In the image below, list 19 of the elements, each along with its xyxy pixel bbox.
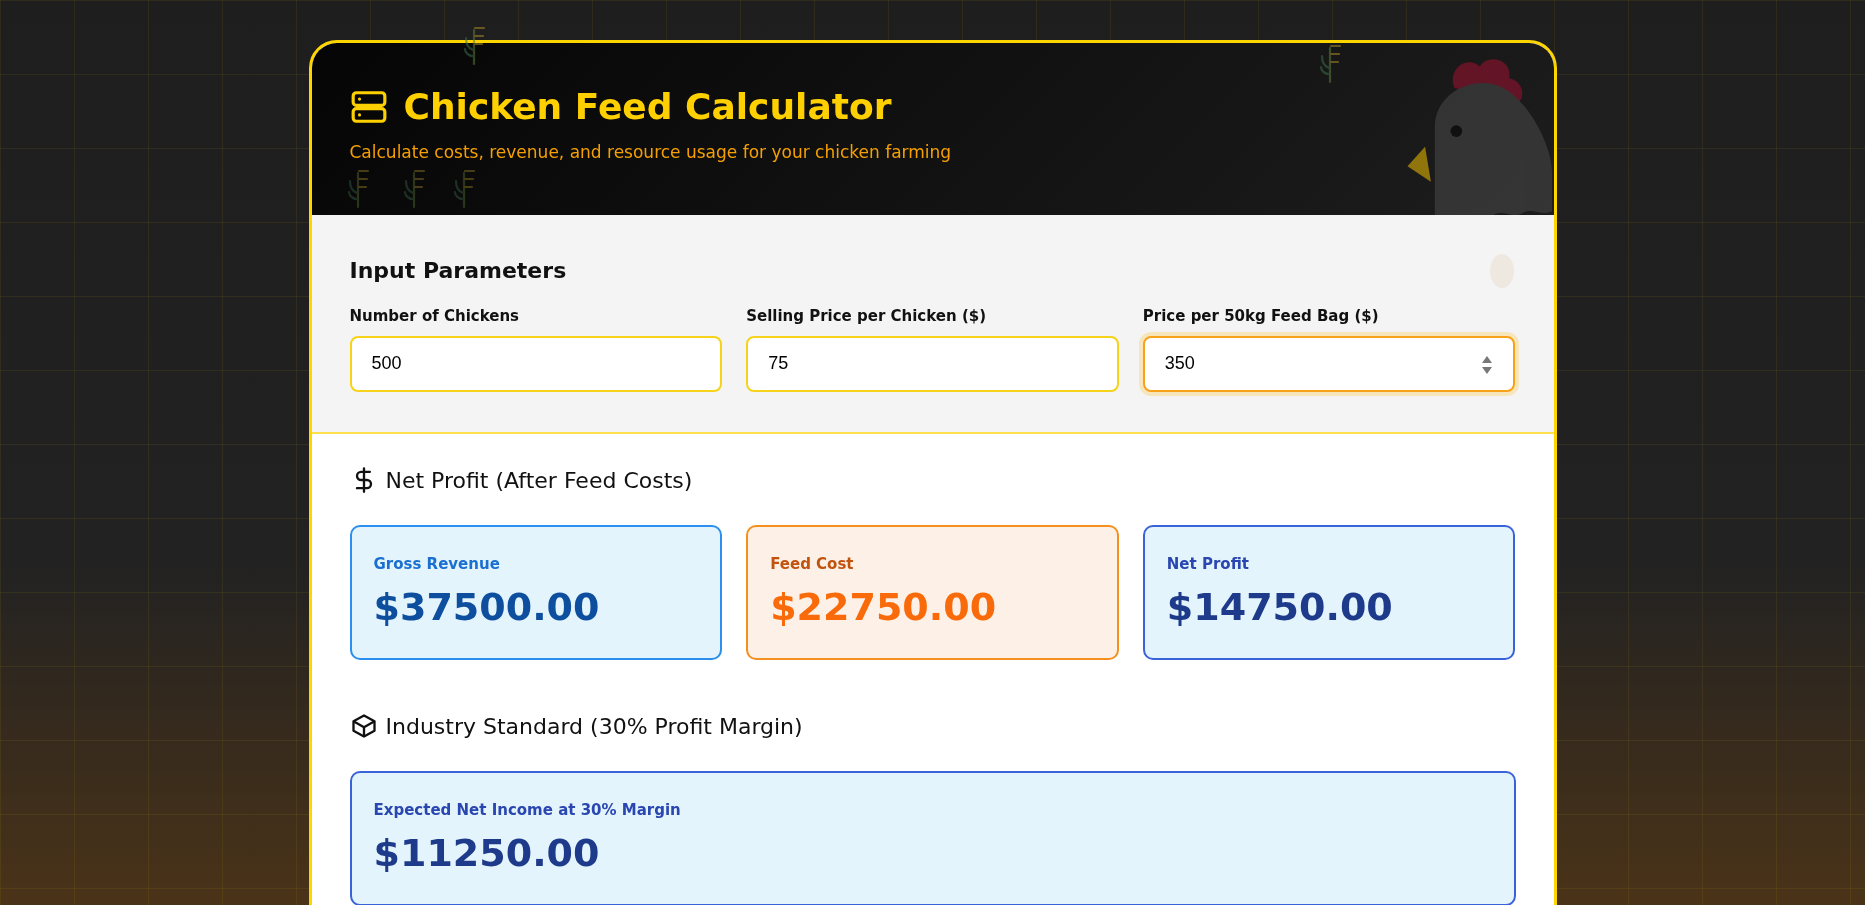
section-heading: Industry Standard (30% Profit Margin)	[385, 712, 803, 741]
field-label: Price per 50kg Feed Bag ($)	[1142, 306, 1380, 327]
page-title: Chicken Feed Calculator	[403, 85, 892, 129]
page-subtitle: Calculate costs, revenue, and resource usage for your chicken farming	[349, 141, 953, 165]
metric-value: $22750.00	[770, 585, 998, 631]
metric-value: $37500.00	[373, 585, 601, 631]
metric-value: $11250.00	[373, 831, 601, 877]
metric-label: Expected Net Income at 30% Margin	[373, 799, 682, 821]
input-field[interactable]: 75	[746, 335, 1119, 392]
field-label: Number of Chickens	[349, 306, 521, 327]
metric-label: Feed Cost	[770, 553, 855, 575]
metric-value: $14750.00	[1166, 585, 1394, 631]
section-heading: Net Profit (After Feed Costs)	[385, 466, 693, 495]
input-field[interactable]: 500	[349, 335, 723, 392]
metric-label: Gross Revenue	[373, 553, 501, 575]
input-field[interactable]: 350	[1142, 335, 1516, 392]
field-label: Selling Price per Chicken ($)	[746, 306, 988, 327]
metric-label: Net Profit	[1166, 553, 1250, 575]
section-title: Input Parameters	[349, 256, 567, 285]
